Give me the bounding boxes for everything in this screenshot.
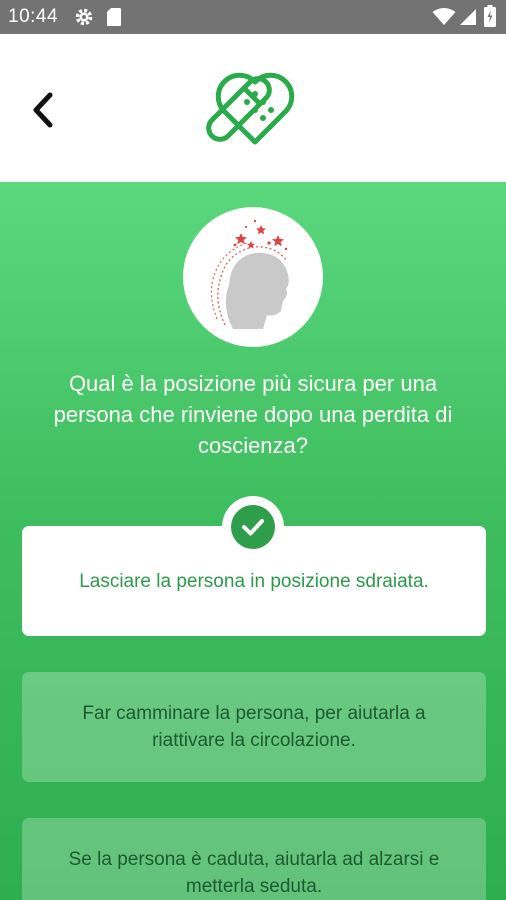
settings-icon [75,8,93,26]
correct-badge [222,496,284,558]
status-time: 10:44 [8,6,59,27]
wifi-icon [432,8,456,25]
fainting-illustration [183,207,323,347]
status-bar: 10:44 [0,0,506,34]
answer-label: Se la persona è caduta, aiutarla ad alza… [68,849,440,897]
back-arrow-icon [33,92,53,128]
app-header [0,34,506,182]
answer-label: Lasciare la persona in posizione sdraiat… [79,570,429,592]
check-icon [242,519,264,536]
sd-card-icon [107,8,121,26]
answer-option-2[interactable]: Far camminare la persona, per aiutarla a… [22,672,486,782]
battery-icon [484,5,496,27]
dizzy-head-icon [210,219,289,329]
answer-label: Far camminare la persona, per aiutarla a… [82,703,426,751]
question-text: Qual è la posizione più sicura per una p… [53,371,453,458]
signal-icon [460,9,476,25]
quiz-content: Qual è la posizione più sicura per una p… [0,182,506,900]
answer-option-3[interactable]: Se la persona è caduta, aiutarla ad alza… [22,818,486,900]
bandage-heart-logo [206,72,295,145]
back-button[interactable] [28,90,64,130]
